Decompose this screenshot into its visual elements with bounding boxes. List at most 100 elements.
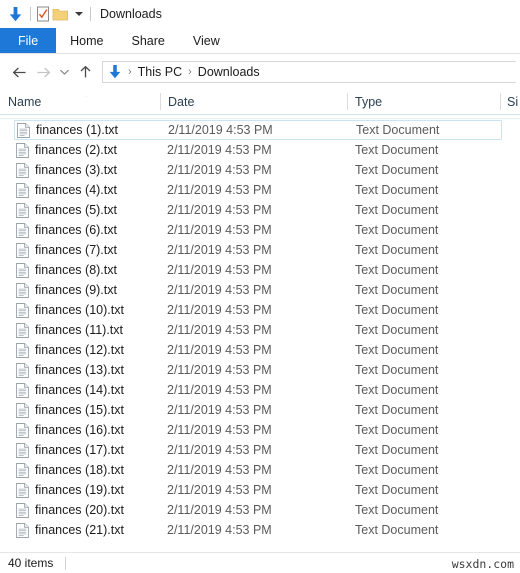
file-name-label: finances (5).txt bbox=[35, 203, 117, 217]
file-name-cell: finances (10).txt bbox=[0, 302, 160, 318]
text-document-icon bbox=[16, 422, 29, 438]
column-divider-type[interactable] bbox=[347, 93, 348, 110]
table-row[interactable]: finances (1).txt 2/11/2019 4:53 PM Text Do… bbox=[14, 120, 502, 140]
column-header-date[interactable]: Date bbox=[160, 90, 347, 114]
table-row[interactable]: finances (11).txt 2/11/2019 4:53 PM Text D… bbox=[0, 320, 520, 340]
text-document-icon bbox=[16, 142, 29, 158]
table-row[interactable]: finances (12).txt 2/11/2019 4:53 PM Text D… bbox=[0, 340, 520, 360]
file-name-label: finances (9).txt bbox=[35, 283, 117, 297]
file-type-cell: Text Document bbox=[355, 143, 439, 157]
text-document-icon bbox=[16, 402, 29, 418]
table-row[interactable]: finances (8).txt 2/11/2019 4:53 PM Text Do… bbox=[0, 260, 520, 280]
table-row[interactable]: finances (16).txt 2/11/2019 4:53 PM Text D… bbox=[0, 420, 520, 440]
table-row[interactable]: finances (10).txt 2/11/2019 4:53 PM Text D… bbox=[0, 300, 520, 320]
file-type-cell: Text Document bbox=[355, 383, 439, 397]
file-name-label: finances (4).txt bbox=[35, 183, 117, 197]
window-title: Downloads bbox=[100, 7, 162, 21]
table-row[interactable]: finances (15).txt 2/11/2019 4:53 PM Text D… bbox=[0, 400, 520, 420]
file-explorer-window: Downloads File Home Share View › This PC… bbox=[0, 0, 520, 573]
table-row[interactable]: finances (6).txt 2/11/2019 4:53 PM Text Do… bbox=[0, 220, 520, 240]
table-row[interactable]: finances (13).txt 2/11/2019 4:53 PM Text D… bbox=[0, 360, 520, 380]
text-document-icon bbox=[16, 242, 29, 258]
item-count-label: 40 items bbox=[8, 556, 54, 570]
breadcrumb[interactable]: › This PC › Downloads bbox=[102, 61, 516, 83]
table-row[interactable]: finances (3).txt 2/11/2019 4:53 PM Text Do… bbox=[0, 160, 520, 180]
table-row[interactable]: finances (21).txt 2/11/2019 4:53 PM Text D… bbox=[0, 520, 520, 540]
new-folder-icon[interactable] bbox=[52, 4, 69, 24]
file-date-cell: 2/11/2019 4:53 PM bbox=[167, 203, 272, 217]
file-name-cell: finances (4).txt bbox=[0, 182, 160, 198]
tab-home[interactable]: Home bbox=[56, 28, 117, 53]
column-header-size[interactable]: Si bbox=[500, 90, 520, 114]
breadcrumb-separator-2: › bbox=[188, 66, 192, 78]
downloads-arrow-icon[interactable] bbox=[8, 4, 23, 24]
chevron-down-icon bbox=[75, 12, 83, 16]
file-date-cell: 2/11/2019 4:53 PM bbox=[167, 343, 272, 357]
tab-file[interactable]: File bbox=[0, 28, 57, 53]
column-header-type[interactable]: Type bbox=[347, 90, 487, 114]
table-row[interactable]: finances (20).txt 2/11/2019 4:53 PM Text D… bbox=[0, 500, 520, 520]
file-name-cell: finances (13).txt bbox=[0, 362, 160, 378]
breadcrumb-item-downloads[interactable]: Downloads bbox=[198, 65, 260, 79]
column-header-name-label: Name bbox=[8, 95, 42, 109]
back-button[interactable] bbox=[8, 61, 30, 83]
column-divider-date[interactable] bbox=[160, 93, 161, 110]
file-name-cell: finances (9).txt bbox=[0, 282, 160, 298]
table-row[interactable]: finances (2).txt 2/11/2019 4:53 PM Text Do… bbox=[0, 140, 520, 160]
breadcrumb-folder-icon bbox=[108, 64, 122, 80]
file-name-cell: finances (6).txt bbox=[0, 222, 160, 238]
table-row[interactable]: finances (14).txt 2/11/2019 4:53 PM Text D… bbox=[0, 380, 520, 400]
file-name-label: finances (6).txt bbox=[35, 223, 117, 237]
file-name-cell: finances (18).txt bbox=[0, 462, 160, 478]
column-header-size-label: Si bbox=[507, 95, 519, 109]
up-button[interactable] bbox=[74, 61, 96, 83]
file-type-cell: Text Document bbox=[355, 203, 439, 217]
column-header-name[interactable]: Name bbox=[0, 90, 160, 114]
properties-icon[interactable] bbox=[36, 4, 50, 24]
file-date-cell: 2/11/2019 4:53 PM bbox=[168, 123, 273, 137]
column-divider-size[interactable] bbox=[500, 93, 501, 110]
file-date-cell: 2/11/2019 4:53 PM bbox=[167, 323, 272, 337]
ribbon-tabs: File Home Share View bbox=[0, 28, 520, 53]
file-date-cell: 2/11/2019 4:53 PM bbox=[167, 523, 272, 537]
file-name-cell: finances (7).txt bbox=[0, 242, 160, 258]
file-date-cell: 2/11/2019 4:53 PM bbox=[167, 143, 272, 157]
file-name-label: finances (13).txt bbox=[35, 363, 124, 377]
column-headers: Name Date Type Si bbox=[0, 90, 520, 114]
status-bar: 40 items bbox=[0, 552, 520, 573]
table-row[interactable]: finances (17).txt 2/11/2019 4:53 PM Text D… bbox=[0, 440, 520, 460]
table-row[interactable]: finances (7).txt 2/11/2019 4:53 PM Text Do… bbox=[0, 240, 520, 260]
file-type-cell: Text Document bbox=[355, 403, 439, 417]
breadcrumb-item-this-pc[interactable]: This PC bbox=[138, 65, 182, 79]
recent-locations-button[interactable] bbox=[56, 61, 72, 83]
file-list[interactable]: finances (1).txt 2/11/2019 4:53 PM Text Do… bbox=[0, 120, 520, 552]
forward-button[interactable] bbox=[32, 61, 54, 83]
file-type-cell: Text Document bbox=[355, 163, 439, 177]
file-date-cell: 2/11/2019 4:53 PM bbox=[167, 163, 272, 177]
file-name-cell: finances (19).txt bbox=[0, 482, 160, 498]
breadcrumb-separator-1: › bbox=[128, 66, 132, 78]
customize-quick-access-icon[interactable] bbox=[75, 4, 83, 24]
text-document-icon bbox=[16, 522, 29, 538]
text-document-icon bbox=[16, 222, 29, 238]
table-row[interactable]: finances (18).txt 2/11/2019 4:53 PM Text D… bbox=[0, 460, 520, 480]
tab-view[interactable]: View bbox=[179, 28, 234, 53]
table-row[interactable]: finances (9).txt 2/11/2019 4:53 PM Text Do… bbox=[0, 280, 520, 300]
text-document-icon bbox=[16, 342, 29, 358]
table-row[interactable]: finances (4).txt 2/11/2019 4:53 PM Text Do… bbox=[0, 180, 520, 200]
file-name-cell: finances (2).txt bbox=[0, 142, 160, 158]
file-name-label: finances (15).txt bbox=[35, 403, 124, 417]
file-date-cell: 2/11/2019 4:53 PM bbox=[167, 243, 272, 257]
file-name-label: finances (1).txt bbox=[36, 123, 118, 137]
file-date-cell: 2/11/2019 4:53 PM bbox=[167, 183, 272, 197]
file-name-label: finances (17).txt bbox=[35, 443, 124, 457]
text-document-icon bbox=[16, 482, 29, 498]
text-document-icon bbox=[16, 262, 29, 278]
file-name-cell: finances (11).txt bbox=[0, 322, 160, 338]
file-type-cell: Text Document bbox=[355, 303, 439, 317]
file-type-cell: Text Document bbox=[355, 463, 439, 477]
file-name-label: finances (12).txt bbox=[35, 343, 124, 357]
tab-share[interactable]: Share bbox=[118, 28, 179, 53]
table-row[interactable]: finances (5).txt 2/11/2019 4:53 PM Text Do… bbox=[0, 200, 520, 220]
table-row[interactable]: finances (19).txt 2/11/2019 4:53 PM Text D… bbox=[0, 480, 520, 500]
